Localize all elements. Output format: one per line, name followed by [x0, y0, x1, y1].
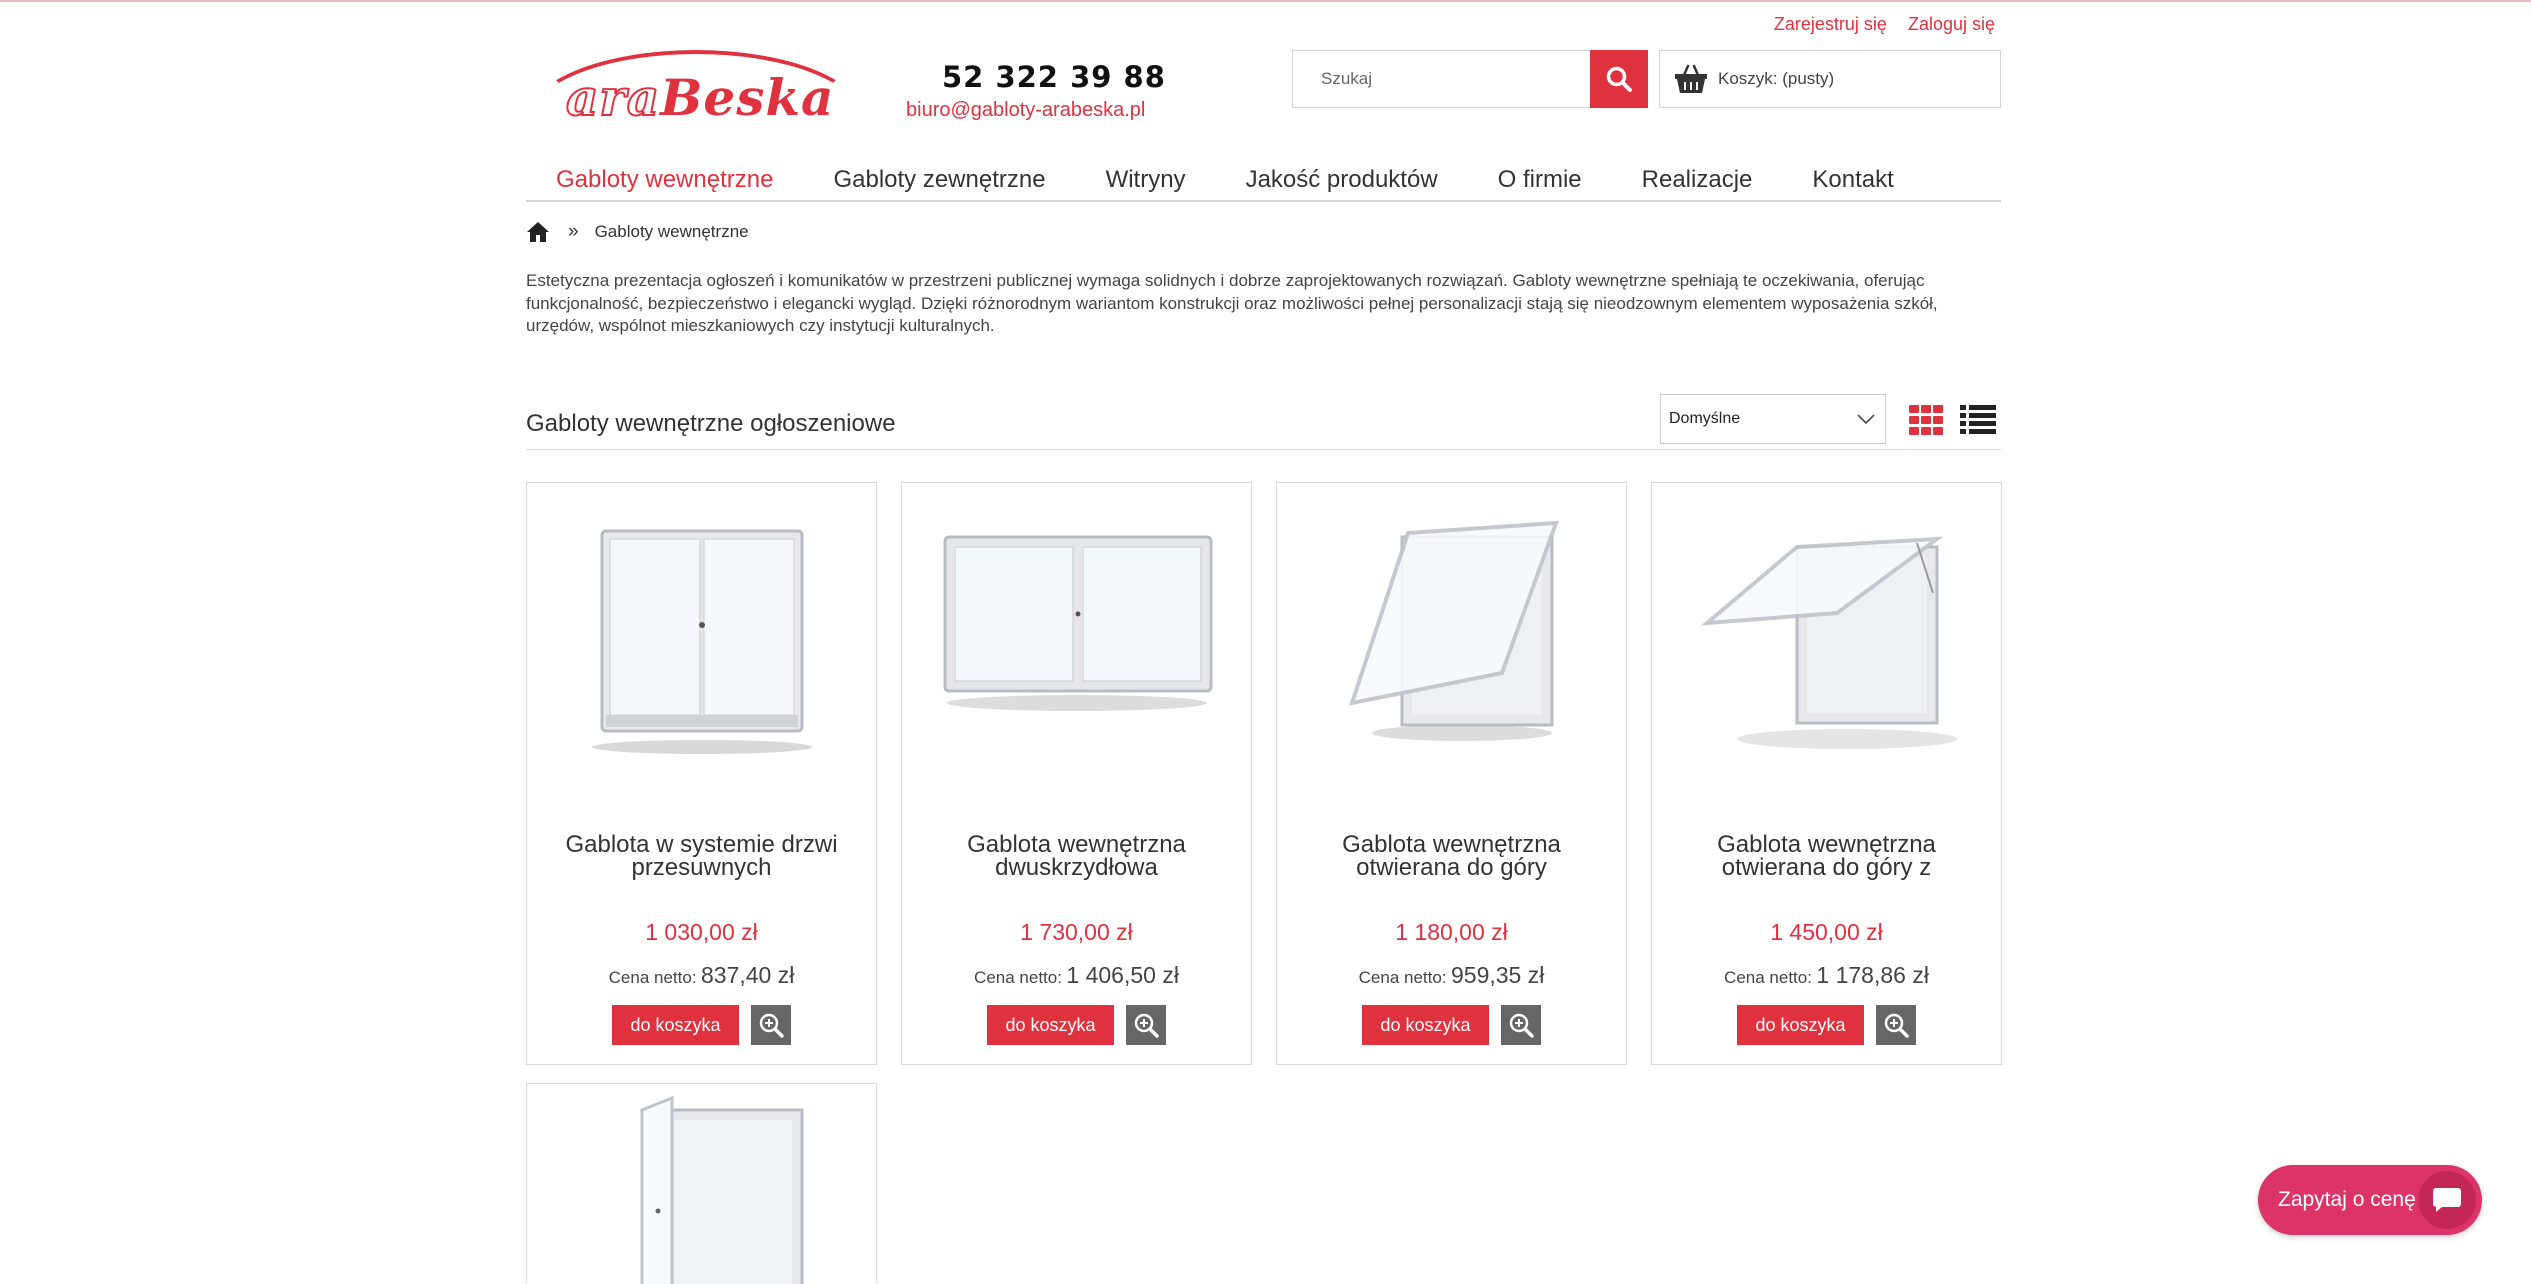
zoom-in-icon [1134, 1013, 1159, 1038]
sort-value: Domyślne [1669, 410, 1741, 427]
product-price: 1 180,00 zł [1395, 919, 1508, 945]
register-link[interactable]: Zarejestruj się [1774, 14, 1887, 34]
product-name[interactable]: Gablota w systemie drzwi przesuwnych [537, 833, 866, 881]
product-card: Gablota wewnętrzna otwierana do góry 1 1… [1276, 482, 1627, 1065]
netto-value: 1 406,50 zł [1066, 962, 1179, 988]
logo-text: araBeska [565, 67, 835, 128]
display-case-lift-up-gas-image [1700, 536, 1957, 749]
phone-number[interactable]: 52 322 39 88 [942, 60, 1166, 94]
nav-item-gabloty-zewnetrzne[interactable]: Gabloty zewnętrzne [803, 160, 1075, 200]
cart-label: Koszyk: (pusty) [1718, 69, 1835, 88]
product-image[interactable] [902, 483, 1251, 783]
listing-title: Gabloty wewnętrzne ogłoszeniowe [526, 410, 896, 437]
product-card: Gablota wewnętrzna dwuskrzydłowa 1 730,0… [901, 482, 1252, 1065]
add-to-cart-button[interactable]: do koszyka [612, 1005, 739, 1045]
ask-price-chat-button[interactable]: Zapytaj o cenę [2258, 1165, 2482, 1235]
list-view-icon [1960, 405, 1996, 434]
add-to-cart-button[interactable]: do koszyka [1737, 1005, 1864, 1045]
home-icon[interactable] [526, 221, 550, 243]
breadcrumb-separator: » [568, 221, 579, 242]
product-price: 1 030,00 zł [645, 919, 758, 945]
cart-button[interactable]: Koszyk: (pusty) [1659, 50, 2001, 108]
listing-divider [526, 449, 2001, 450]
email-link[interactable]: biuro@gabloty-arabeska.pl [906, 99, 1145, 122]
category-description: Estetyczna prezentacja ogłoszeń i komuni… [526, 271, 1938, 335]
product-name[interactable]: Gablota wewnętrzna otwierana do góry z [1662, 833, 1991, 881]
product-card: Gablota w systemie drzwi przesuwnych 1 0… [526, 482, 877, 1065]
logo-main: Beska [660, 68, 835, 127]
main-nav: Gabloty wewnętrzne Gabloty zewnętrzne Wi… [526, 160, 2001, 202]
quick-view-button[interactable] [751, 1005, 791, 1045]
login-link[interactable]: Zaloguj się [1908, 14, 1995, 34]
nav-item-gabloty-wewnetrzne[interactable]: Gabloty wewnętrzne [526, 160, 803, 200]
nav-item-witryny[interactable]: Witryny [1076, 160, 1216, 200]
list-view-button[interactable] [1960, 405, 1996, 440]
zoom-in-icon [1884, 1013, 1909, 1038]
display-case-lift-up-image [1348, 520, 1559, 741]
product-netto: Cena netto: 959,35 zł [1277, 962, 1626, 989]
sort-select[interactable]: Domyślne [1660, 394, 1886, 444]
grid-view-button[interactable] [1909, 405, 1943, 440]
product-netto: Cena netto: 1 406,50 zł [902, 962, 1251, 989]
search-button[interactable] [1590, 50, 1648, 108]
ask-price-label: Zapytaj o cenę [2278, 1188, 2416, 1211]
display-case-sliding-image [591, 529, 812, 754]
page-container: Zarejestruj się Zaloguj się araBeska 52 … [526, 0, 2002, 1284]
product-image[interactable] [527, 483, 876, 783]
netto-label: Cena netto: [1358, 968, 1447, 987]
product-netto: Cena netto: 837,40 zł [527, 962, 876, 989]
zoom-in-icon [1509, 1013, 1534, 1038]
netto-label: Cena netto: [974, 968, 1062, 987]
netto-label: Cena netto: [608, 968, 697, 987]
logo-prefix: ara [565, 67, 661, 128]
quick-view-button[interactable] [1501, 1005, 1541, 1045]
nav-item-realizacje[interactable]: Realizacje [1612, 160, 1783, 200]
product-image[interactable] [527, 1084, 876, 1284]
netto-value: 837,40 zł [701, 962, 795, 988]
breadcrumb: » Gabloty wewnętrzne [526, 221, 749, 243]
product-name[interactable]: Gablota wewnętrzna dwuskrzydłowa [912, 833, 1241, 881]
netto-value: 959,35 zł [1451, 962, 1545, 988]
search-box [1292, 50, 1594, 108]
chat-bubble-icon [2418, 1171, 2476, 1229]
product-card [526, 1083, 877, 1284]
search-icon [1606, 66, 1632, 92]
breadcrumb-current: Gabloty wewnętrzne [594, 222, 749, 241]
zoom-in-icon [759, 1013, 784, 1038]
product-image[interactable] [1652, 483, 2001, 783]
account-links: Zarejestruj się Zaloguj się [1758, 14, 1995, 35]
display-case-single-door-image [640, 1095, 803, 1284]
display-case-double-door-image [943, 535, 1212, 711]
netto-label: Cena netto: [1724, 968, 1812, 987]
quick-view-button[interactable] [1126, 1005, 1166, 1045]
product-card: Gablota wewnętrzna otwierana do góry z 1… [1651, 482, 2002, 1065]
basket-icon [1675, 64, 1707, 93]
chevron-down-icon [1857, 414, 1875, 424]
netto-value: 1 178,86 zł [1816, 962, 1929, 988]
add-to-cart-button[interactable]: do koszyka [987, 1005, 1114, 1045]
logo[interactable]: araBeska [526, 50, 886, 128]
nav-item-o-firmie[interactable]: O firmie [1468, 160, 1612, 200]
product-price: 1 450,00 zł [1770, 919, 1883, 945]
product-name[interactable]: Gablota wewnętrzna otwierana do góry [1287, 833, 1616, 881]
nav-item-jakosc-produktow[interactable]: Jakość produktów [1216, 160, 1468, 200]
product-price: 1 730,00 zł [1020, 919, 1133, 945]
add-to-cart-button[interactable]: do koszyka [1362, 1005, 1489, 1045]
product-netto: Cena netto: 1 178,86 zł [1652, 962, 2001, 989]
nav-item-kontakt[interactable]: Kontakt [1782, 160, 1923, 200]
grid-view-icon [1909, 405, 1943, 435]
quick-view-button[interactable] [1876, 1005, 1916, 1045]
search-input[interactable] [1293, 51, 1563, 107]
product-image[interactable] [1277, 483, 1626, 783]
